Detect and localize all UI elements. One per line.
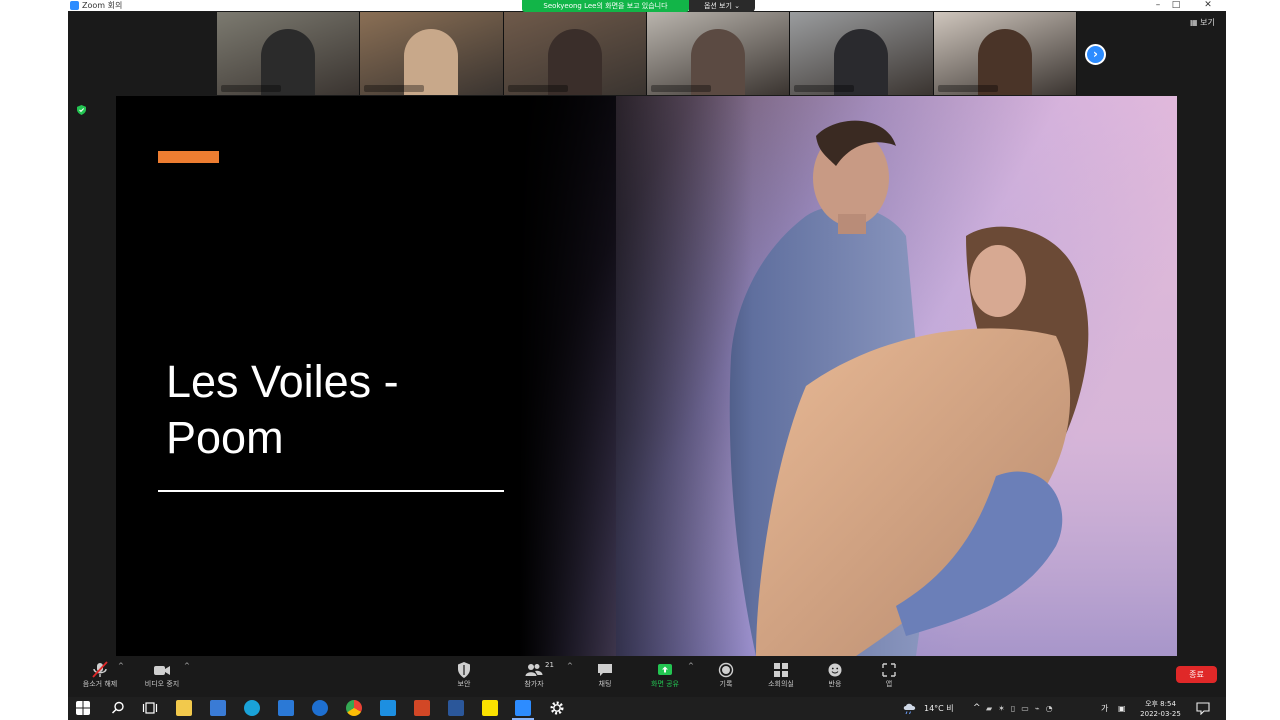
breakout-rooms-label: 소회의실	[768, 680, 794, 688]
edge-browser-icon[interactable]	[244, 700, 260, 716]
participant-name-bar	[364, 85, 425, 92]
participants-label: 참가자	[524, 680, 544, 688]
breakout-rooms-button[interactable]: 소회의실	[751, 659, 811, 695]
record-button[interactable]: 기록	[696, 659, 756, 695]
weather-cloud-icon	[903, 703, 916, 715]
security-shield-icon	[458, 662, 470, 678]
windows-taskbar: 14°C 비 ^ ▰✶▯▭⌁◔ 가 ▣ 오후 8:54 2022-03-25	[68, 697, 1226, 720]
participants-button[interactable]: 참가자	[504, 659, 564, 695]
clock-date: 2022-03-25	[1140, 710, 1181, 718]
apps-icon	[882, 663, 896, 677]
system-tray-icons[interactable]: ▰✶▯▭⌁◔	[986, 697, 1082, 720]
word-icon[interactable]	[448, 700, 464, 716]
chat-bubble-icon	[598, 664, 612, 676]
task-view-icon[interactable]	[142, 700, 158, 716]
settings-gear-icon[interactable]	[549, 700, 565, 716]
slide-accent-bar	[158, 151, 219, 163]
file-explorer-icon[interactable]	[176, 700, 192, 716]
participants-icon	[525, 664, 543, 676]
reactions-smiley-icon	[828, 663, 842, 677]
windows-start-icon[interactable]	[76, 701, 90, 715]
share-screen-button[interactable]: 화면 공유	[635, 659, 695, 695]
participant-video-tile[interactable]	[503, 12, 647, 95]
ime-mode-icon[interactable]: ▣	[1118, 697, 1126, 720]
slide-title-line-1: Les Voiles -	[166, 356, 399, 407]
participant-name-bar	[937, 85, 998, 92]
participant-name-bar	[507, 85, 568, 92]
apps-button[interactable]: 앱	[859, 659, 919, 695]
video-camera-icon	[154, 666, 170, 675]
kakaotalk-icon[interactable]	[482, 700, 498, 716]
powerpoint-icon[interactable]	[414, 700, 430, 716]
clock[interactable]: 오후 8:54 2022-03-25	[1138, 697, 1183, 720]
window-title: Zoom 회의	[82, 1, 123, 10]
participant-video-tile[interactable]	[790, 12, 934, 95]
breakout-rooms-icon	[774, 663, 788, 677]
audio-options-caret-icon[interactable]: ^	[118, 662, 124, 670]
clock-time: 오후 8:54	[1145, 700, 1176, 708]
internet-explorer-icon[interactable]	[312, 700, 328, 716]
participant-video-tile[interactable]	[933, 12, 1077, 95]
ime-indicator[interactable]: 가	[1101, 697, 1108, 720]
view-options-button[interactable]: 옵션 보기 ⌄	[689, 0, 755, 12]
apps-label: 앱	[885, 680, 893, 688]
security-label: 보안	[457, 680, 471, 688]
search-icon[interactable]	[110, 700, 126, 716]
stop-video-button[interactable]: 비디오 중지	[132, 659, 192, 695]
microsoft-store-icon[interactable]	[210, 700, 226, 716]
participant-gallery-strip	[217, 12, 1077, 95]
desktop: Zoom 회의 – □ ✕ Seokyeong Lee의 화면을 보고 있습니다…	[0, 0, 1280, 720]
slide-title: Les Voiles - Poom	[166, 354, 466, 466]
participant-name-bar	[794, 85, 855, 92]
slide-title-underline	[158, 490, 504, 492]
meeting-control-bar: 음소거 해제 ^ 비디오 중지 ^ 보안 참가자 21 ^ 채팅 화면 공유 ^…	[68, 657, 1226, 697]
gallery-next-arrow-icon[interactable]: ›	[1085, 44, 1106, 65]
maximize-button[interactable]: □	[1166, 0, 1186, 11]
chat-label: 채팅	[598, 680, 612, 688]
slide-title-line-2: Poom	[166, 412, 284, 463]
reactions-button[interactable]: 반응	[805, 659, 865, 695]
security-button[interactable]: 보안	[434, 659, 494, 695]
unmute-label: 음소거 해제	[82, 680, 118, 688]
weather-text[interactable]: 14°C 비	[924, 697, 954, 720]
chat-button[interactable]: 채팅	[575, 659, 635, 695]
close-button[interactable]: ✕	[1198, 0, 1218, 11]
share-options-caret-icon[interactable]: ^	[688, 662, 694, 670]
share-screen-icon	[658, 664, 672, 675]
record-icon	[718, 662, 734, 678]
shared-presentation-slide: Les Voiles - Poom	[116, 96, 1177, 656]
mail-icon[interactable]	[278, 700, 294, 716]
record-label: 기록	[719, 680, 733, 688]
zoom-taskbar-icon[interactable]	[515, 700, 531, 716]
video-options-caret-icon[interactable]: ^	[184, 662, 190, 670]
tray-expand-icon[interactable]: ^	[973, 697, 981, 720]
participant-count: 21	[545, 661, 554, 669]
reactions-label: 반응	[828, 680, 842, 688]
zoom-logo-icon	[70, 1, 79, 10]
mic-muted-icon	[92, 661, 108, 678]
zoom-meeting-window: Zoom 회의 – □ ✕ Seokyeong Lee의 화면을 보고 있습니다…	[68, 0, 1226, 697]
stop-video-label: 비디오 중지	[144, 680, 180, 688]
encryption-shield-icon[interactable]	[77, 105, 86, 115]
participant-video-tile[interactable]	[360, 12, 504, 95]
view-layout-button[interactable]: ▦ 보기	[1190, 17, 1224, 29]
share-screen-label: 화면 공유	[651, 680, 679, 688]
participants-caret-icon[interactable]: ^	[567, 662, 573, 670]
participant-video-tile[interactable]	[217, 12, 361, 95]
chrome-icon[interactable]	[346, 700, 362, 716]
participant-video-tile[interactable]	[646, 12, 791, 95]
minimize-button[interactable]: –	[1148, 0, 1168, 11]
app-icon[interactable]	[380, 700, 396, 716]
screen-share-banner: Seokyeong Lee의 화면을 보고 있습니다	[522, 0, 689, 12]
participant-name-bar	[221, 85, 281, 92]
participant-name-bar	[650, 85, 711, 92]
notification-icon[interactable]	[1196, 702, 1210, 715]
end-meeting-button[interactable]: 종료	[1176, 666, 1217, 683]
